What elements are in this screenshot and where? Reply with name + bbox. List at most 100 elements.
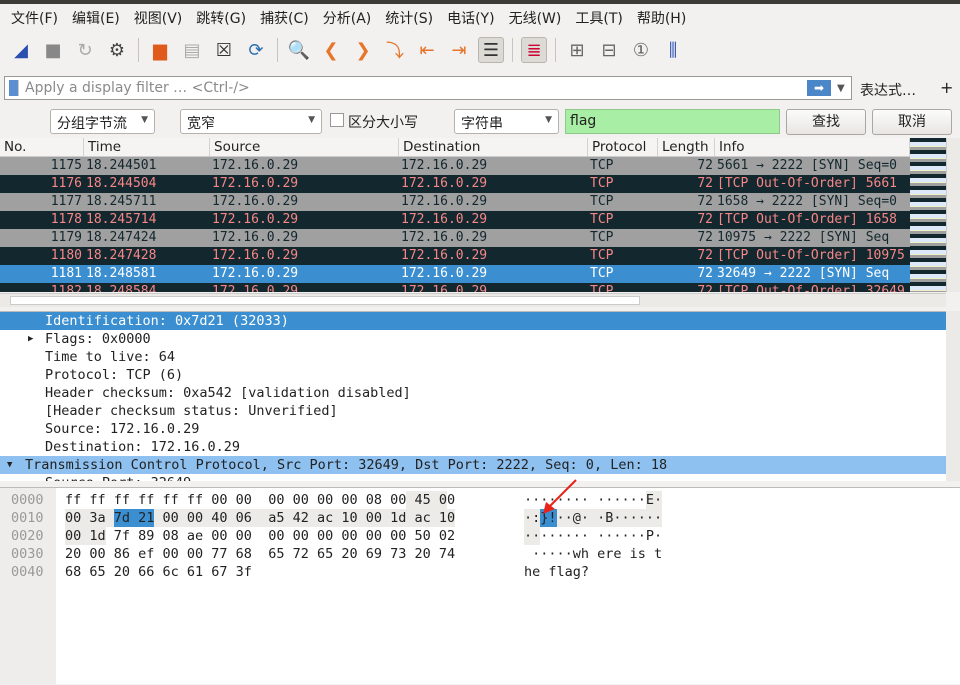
restart-icon[interactable]: ↻ <box>72 37 98 63</box>
packet-no: 1181 <box>50 266 82 281</box>
display-filter-bar[interactable]: Apply a display filter … <Ctrl-/> ➡ ▼ <box>4 76 852 100</box>
expression-button[interactable]: 表达式… <box>860 80 916 100</box>
menu-item[interactable]: 分析(A) <box>323 8 372 28</box>
column-header-length[interactable]: Length <box>658 138 715 156</box>
detail-row[interactable]: Source Port: 32649 <box>0 474 946 481</box>
stop-icon[interactable]: ■ <box>40 37 66 63</box>
hex-row: 0000 ff ff ff ff ff ff 00 00 00 00 00 00 … <box>0 491 960 509</box>
menu-item[interactable]: 统计(S) <box>385 8 433 28</box>
detail-row[interactable]: ▶ Flags: 0x0000 <box>0 330 946 348</box>
search-type-select[interactable]: 字符串 ▼ <box>454 109 559 134</box>
packet-time: 18.248581 <box>86 266 157 281</box>
menu-item[interactable]: 跳转(G) <box>196 8 246 28</box>
hex-bytes[interactable]: 00 3a 7d 21 00 00 40 06 a5 42 ac 10 00 1… <box>65 509 455 527</box>
hex-offset: 0040 <box>11 564 44 580</box>
packet-row[interactable]: 1181 18.248581 172.16.0.29 172.16.0.29 TCP 72… <box>0 265 910 283</box>
hex-bytes[interactable]: ff ff ff ff ff ff 00 00 00 00 00 00 08 0… <box>65 491 455 509</box>
menu-item[interactable]: 无线(W) <box>509 8 562 28</box>
open-file-icon[interactable]: ▆ <box>147 37 173 63</box>
autoscroll-icon[interactable]: ☰ <box>478 37 504 63</box>
cancel-button[interactable]: 取消 <box>872 109 952 135</box>
column-header-destination[interactable]: Destination <box>399 138 588 156</box>
hex-row: 0010 00 3a 7d 21 00 00 40 06 a5 42 ac 10 … <box>0 509 960 527</box>
resize-columns-icon[interactable]: ⫼ <box>660 37 686 63</box>
hex-bytes[interactable]: 20 00 86 ef 00 00 77 68 65 72 65 20 69 7… <box>65 545 455 563</box>
packet-no: 1175 <box>50 158 82 173</box>
normal-size-icon[interactable]: ① <box>628 37 654 63</box>
last-packet-icon[interactable]: ⇥ <box>446 37 472 63</box>
apply-filter-arrow-icon[interactable]: ➡ <box>807 80 831 96</box>
menu-item[interactable]: 视图(V) <box>134 8 183 28</box>
packet-row[interactable]: 1177 18.245711 172.16.0.29 172.16.0.29 TCP 72… <box>0 193 910 211</box>
find-button[interactable]: 查找 <box>786 109 866 135</box>
detail-row[interactable]: Header checksum: 0xa542 [validation disa… <box>0 384 946 402</box>
first-packet-icon[interactable]: ⇤ <box>414 37 440 63</box>
colorize-icon[interactable]: ≣ <box>521 37 547 63</box>
hex-ascii[interactable]: he flag? <box>524 563 589 581</box>
hex-offset: 0010 <box>11 510 44 526</box>
filter-history-dropdown-icon[interactable]: ▼ <box>837 83 851 94</box>
packet-row[interactable]: 1178 18.245714 172.16.0.29 172.16.0.29 TCP 72… <box>0 211 910 229</box>
search-type-value: 字符串 <box>461 116 503 132</box>
options-gear-icon[interactable]: ⚙ <box>104 37 130 63</box>
detail-text: Destination: 172.16.0.29 <box>45 439 241 455</box>
zoom-out-icon[interactable]: ⊟ <box>596 37 622 63</box>
detail-row[interactable]: Time to live: 64 <box>0 348 946 366</box>
close-file-icon[interactable]: ☒ <box>211 37 237 63</box>
packet-row[interactable]: 1182 18.248584 172.16.0.29 172.16.0.29 TCP 72… <box>0 283 910 292</box>
detail-row[interactable]: ▼ Transmission Control Protocol, Src Port… <box>0 456 946 474</box>
menu-item[interactable]: 工具(T) <box>575 8 622 28</box>
detail-row[interactable]: [Header checksum status: Unverified] <box>0 402 946 420</box>
packet-list-vertical-scrollbar[interactable] <box>946 138 960 292</box>
packet-row[interactable]: 1175 18.244501 172.16.0.29 172.16.0.29 TCP 72… <box>0 157 910 175</box>
scroll-thumb[interactable] <box>10 296 640 305</box>
menu-item[interactable]: 捕获(C) <box>260 8 309 28</box>
packet-time: 18.244504 <box>86 176 157 191</box>
column-header-source[interactable]: Source <box>210 138 399 156</box>
packet-minimap[interactable] <box>910 138 946 292</box>
zoom-in-icon[interactable]: ⊞ <box>564 37 590 63</box>
detail-row[interactable]: Source: 172.16.0.29 <box>0 420 946 438</box>
packet-dst: 172.16.0.29 <box>401 212 488 227</box>
hex-ascii[interactable]: ·····wh ere is t <box>524 545 662 563</box>
packet-dst: 172.16.0.29 <box>401 248 488 263</box>
charset-value: 宽窄 <box>187 116 215 132</box>
detail-row[interactable]: Destination: 172.16.0.29 <box>0 438 946 456</box>
detail-row[interactable]: Protocol: TCP (6) <box>0 366 946 384</box>
menu-item[interactable]: 电话(Y) <box>447 8 494 28</box>
go-to-packet-icon[interactable]: ⤵ <box>382 37 408 63</box>
hex-bytes[interactable]: 00 1d 7f 89 08 ae 00 00 00 00 00 00 00 0… <box>65 527 455 545</box>
column-header-info[interactable]: Info <box>715 138 910 156</box>
details-vertical-scrollbar[interactable] <box>946 311 960 481</box>
packet-list-horizontal-scrollbar[interactable] <box>0 293 946 307</box>
charset-select[interactable]: 宽窄 ▼ <box>180 109 322 134</box>
search-scope-select[interactable]: 分组字节流 ▼ <box>50 109 155 134</box>
column-header-time[interactable]: Time <box>84 138 210 156</box>
menu-item[interactable]: 帮助(H) <box>637 8 686 28</box>
packet-len: 72 <box>697 176 713 191</box>
hex-bytes[interactable]: 68 65 20 66 6c 61 67 3f <box>65 563 252 581</box>
reload-file-icon[interactable]: ⟳ <box>243 37 269 63</box>
hex-row: 0040 68 65 20 66 6c 61 67 3f he flag? <box>0 563 960 581</box>
display-filter-input[interactable]: Apply a display filter … <Ctrl-/> <box>25 80 807 96</box>
column-header-no[interactable]: No. <box>0 138 84 156</box>
case-sensitive-checkbox[interactable] <box>330 113 344 127</box>
packet-row[interactable]: 1176 18.244504 172.16.0.29 172.16.0.29 TCP 72… <box>0 175 910 193</box>
find-input[interactable]: flag <box>565 109 780 134</box>
save-file-icon[interactable]: ▤ <box>179 37 205 63</box>
collapse-triangle-icon[interactable]: ▼ <box>7 456 12 474</box>
packet-row[interactable]: 1180 18.247428 172.16.0.29 172.16.0.29 TCP 72… <box>0 247 910 265</box>
hex-ascii[interactable]: ········ ······P· <box>524 527 662 545</box>
detail-row[interactable]: Identification: 0x7d21 (32033) <box>0 312 946 330</box>
go-back-icon[interactable]: ❮ <box>318 37 344 63</box>
menu-item[interactable]: 编辑(E) <box>72 8 120 28</box>
packet-row[interactable]: 1179 18.247424 172.16.0.29 172.16.0.29 TCP 72… <box>0 229 910 247</box>
menu-item[interactable]: 文件(F) <box>11 8 58 28</box>
column-header-protocol[interactable]: Protocol <box>588 138 658 156</box>
shark-fin-start-icon[interactable]: ◢ <box>8 37 34 63</box>
expand-triangle-icon[interactable]: ▶ <box>28 330 33 348</box>
find-packet-icon[interactable]: 🔍 <box>286 37 312 63</box>
bookmark-icon[interactable] <box>9 80 19 96</box>
add-filter-button[interactable]: + <box>940 78 953 97</box>
go-forward-icon[interactable]: ❯ <box>350 37 376 63</box>
